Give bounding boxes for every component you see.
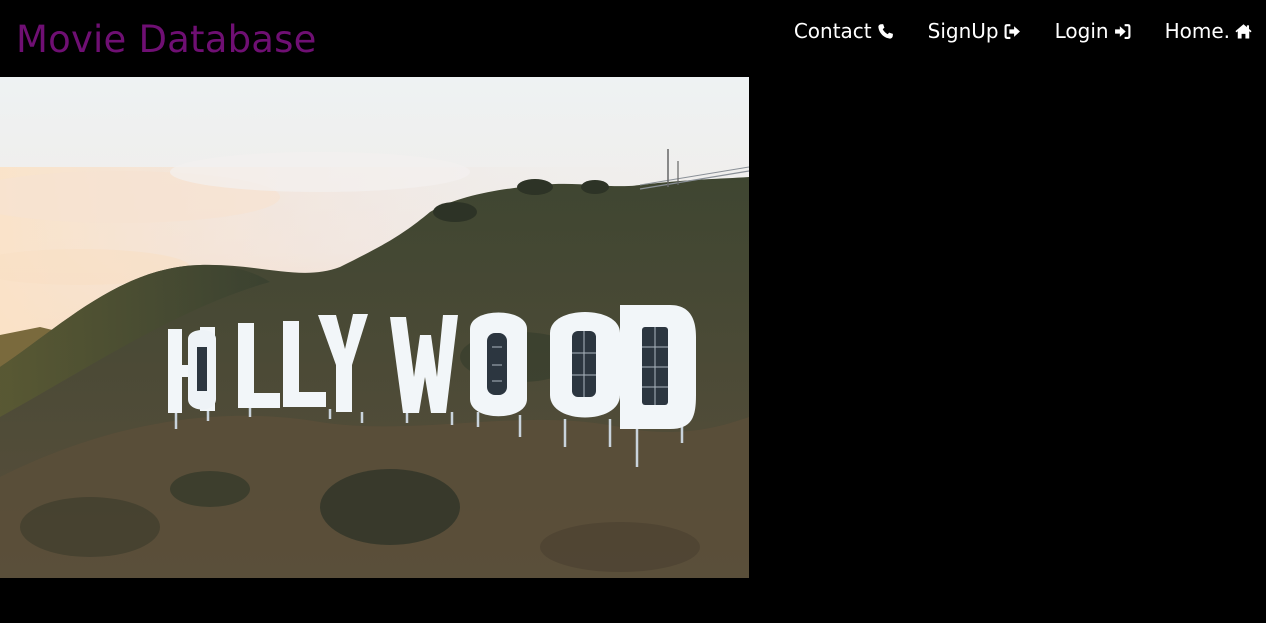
nav-link-signup[interactable]: SignUp (928, 16, 1021, 46)
nav-link-label: SignUp (927, 19, 999, 43)
nav-link-label: Contact (793, 19, 872, 43)
hollywood-sign-illustration (0, 77, 749, 578)
brand-logo-link[interactable]: Movie Database (16, 18, 317, 62)
nav-link-label: Login (1054, 19, 1109, 43)
hero-image (0, 77, 749, 578)
nav-links: Contact SignUp Login Home. (794, 16, 1252, 46)
sign-out-icon (1004, 23, 1021, 40)
nav-link-home[interactable]: Home. (1165, 16, 1252, 46)
sign-in-icon (1114, 23, 1131, 40)
phone-icon (877, 23, 894, 40)
nav-link-label: Home. (1164, 19, 1230, 43)
page: Movie Database Contact SignUp Login Home… (0, 0, 1266, 623)
nav-link-login[interactable]: Login (1055, 16, 1131, 46)
nav-link-contact[interactable]: Contact (794, 16, 894, 46)
navbar: Movie Database Contact SignUp Login Home… (0, 0, 1266, 77)
home-icon (1235, 23, 1252, 40)
